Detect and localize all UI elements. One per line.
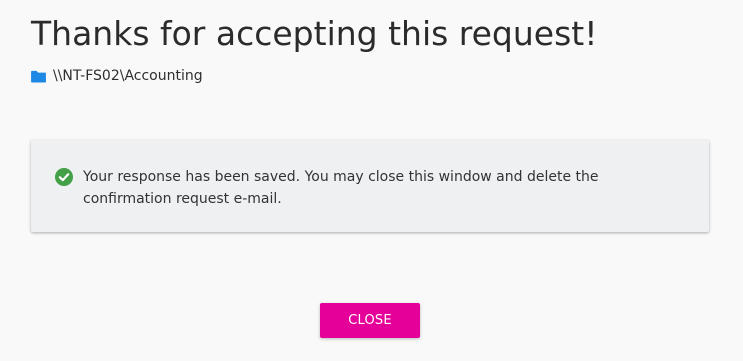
confirmation-message: Your response has been saved. You may cl… xyxy=(55,166,685,210)
confirmation-page: Thanks for accepting this request! \\NT-… xyxy=(0,0,743,361)
confirmation-card: Your response has been saved. You may cl… xyxy=(31,140,709,232)
share-path-text: \\NT-FS02\Accounting xyxy=(53,68,203,84)
share-path: \\NT-FS02\Accounting xyxy=(31,66,203,86)
confirmation-message-text: Your response has been saved. You may cl… xyxy=(83,169,599,207)
page-title: Thanks for accepting this request! xyxy=(31,14,598,53)
folder-icon xyxy=(31,70,46,83)
close-button[interactable]: CLOSE xyxy=(320,303,420,338)
check-circle-icon xyxy=(55,168,73,186)
